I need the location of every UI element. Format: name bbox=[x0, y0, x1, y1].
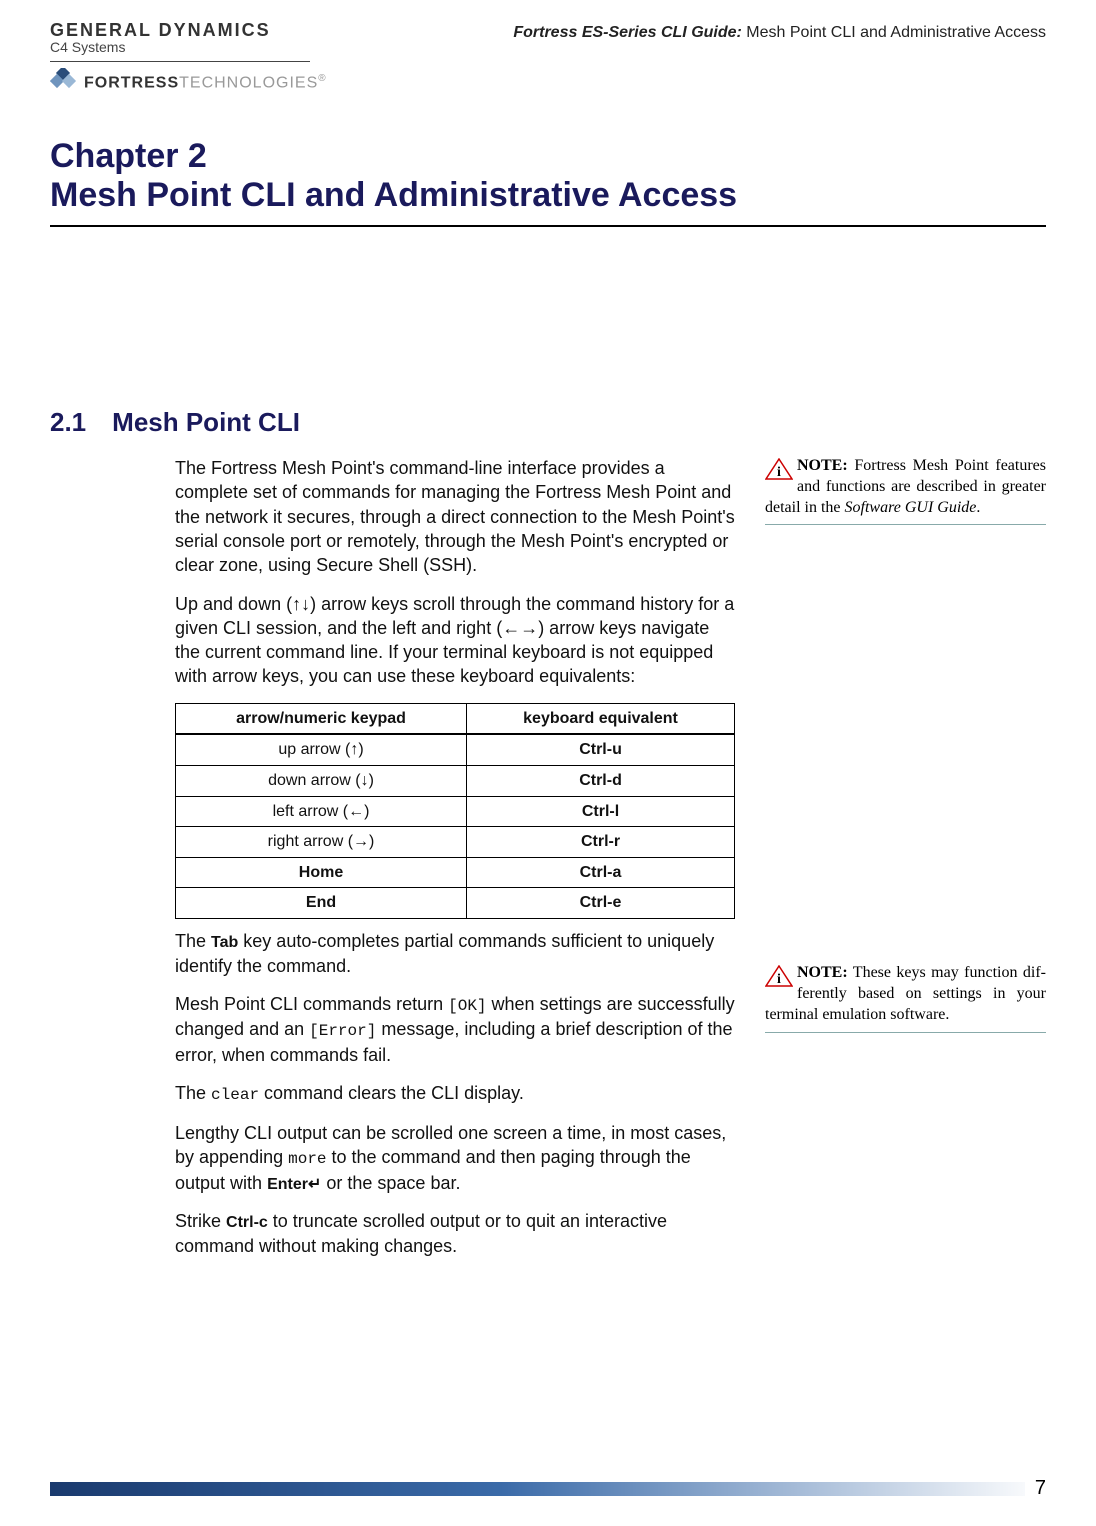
table-header-row: arrow/numeric keypad keyboard equivalent bbox=[176, 703, 735, 734]
main-column: The Fortress Mesh Point's command-line i… bbox=[175, 456, 735, 1272]
fortress-reg: ® bbox=[318, 73, 325, 84]
paragraph-6: Lengthy CLI output can be scrolled one s… bbox=[175, 1121, 735, 1195]
page-number: 7 bbox=[1025, 1477, 1046, 1500]
table-cell-key: down arrow (↓) bbox=[176, 765, 467, 796]
table-row: up arrow (↑)Ctrl-u bbox=[176, 734, 735, 765]
table-header-2: keyboard equivalent bbox=[467, 703, 735, 734]
body-area: The Fortress Mesh Point's command-line i… bbox=[50, 456, 1046, 1272]
section-number: 2.1 bbox=[50, 407, 86, 438]
enter-key: Enter↵ bbox=[267, 1176, 321, 1193]
header-divider bbox=[50, 61, 310, 62]
note-2-divider bbox=[765, 1032, 1046, 1033]
gd-line2: C4 Systems bbox=[50, 39, 271, 55]
table-cell-key: End bbox=[176, 888, 467, 919]
note-icon: i bbox=[765, 965, 793, 987]
note-1-divider bbox=[765, 524, 1046, 525]
guide-suffix: Mesh Point CLI and Administrative Access bbox=[742, 24, 1046, 41]
paragraph-2: Up and down (↑↓) arrow keys scroll throu… bbox=[175, 592, 735, 689]
table-row: down arrow (↓)Ctrl-d bbox=[176, 765, 735, 796]
note-icon: i bbox=[765, 458, 793, 480]
error-code: [Error] bbox=[309, 1022, 376, 1040]
note-1-label: NOTE: bbox=[797, 457, 848, 474]
table-row: HomeCtrl-a bbox=[176, 857, 735, 888]
header-guide-title: Fortress ES-Series CLI Guide: Mesh Point… bbox=[513, 24, 1046, 42]
ctrl-c-key: Ctrl-c bbox=[226, 1214, 268, 1231]
paragraph-7: Strike Ctrl-c to truncate scrolled outpu… bbox=[175, 1209, 735, 1258]
page-header: GENERAL DYNAMICS C4 Systems Fortress ES-… bbox=[50, 20, 1046, 55]
note-1-ital: Software GUI Guide bbox=[845, 499, 977, 516]
chapter-label: Chapter 2 bbox=[50, 137, 1046, 176]
guide-prefix: Fortress ES-Series CLI Guide: bbox=[513, 24, 742, 41]
table-cell-equiv: Ctrl-u bbox=[467, 734, 735, 765]
fortress-light: TECHNOLOGIES bbox=[179, 74, 318, 91]
fortress-bold: FORTRESS bbox=[84, 74, 179, 91]
table-cell-equiv: Ctrl-e bbox=[467, 888, 735, 919]
section-heading: 2.1 Mesh Point CLI bbox=[50, 407, 1046, 438]
svg-text:i: i bbox=[777, 972, 781, 987]
section-title: Mesh Point CLI bbox=[112, 407, 300, 438]
paragraph-1: The Fortress Mesh Point's command-line i… bbox=[175, 456, 735, 577]
logo-fortress: FORTRESSTECHNOLOGIES® bbox=[50, 68, 1046, 97]
clear-code: clear bbox=[211, 1086, 259, 1104]
fortress-text: FORTRESSTECHNOLOGIES® bbox=[84, 73, 326, 92]
side-column: i NOTE: Fortress Mesh Point fea­tures an… bbox=[765, 456, 1046, 1272]
note-2-label: NOTE: bbox=[797, 964, 848, 981]
table-cell-equiv: Ctrl-l bbox=[467, 796, 735, 827]
fortress-icon bbox=[50, 68, 78, 97]
logo-general-dynamics: GENERAL DYNAMICS C4 Systems bbox=[50, 20, 271, 55]
paragraph-5: The clear command clears the CLI display… bbox=[175, 1081, 735, 1107]
ok-code: [OK] bbox=[448, 997, 486, 1015]
more-code: more bbox=[288, 1150, 326, 1168]
table-cell-equiv: Ctrl-r bbox=[467, 827, 735, 858]
chapter-divider bbox=[50, 225, 1046, 227]
table-cell-key: left arrow (←) bbox=[176, 796, 467, 827]
table-cell-key: Home bbox=[176, 857, 467, 888]
note-2: i NOTE: These keys may function dif­fere… bbox=[765, 963, 1046, 1032]
footer-bar bbox=[50, 1482, 1046, 1496]
table-header-1: arrow/numeric keypad bbox=[176, 703, 467, 734]
table-cell-equiv: Ctrl-d bbox=[467, 765, 735, 796]
gd-line1: GENERAL DYNAMICS bbox=[50, 20, 271, 41]
paragraph-3: The Tab key auto-completes partial comma… bbox=[175, 929, 735, 978]
svg-text:i: i bbox=[777, 465, 781, 480]
table-row: EndCtrl-e bbox=[176, 888, 735, 919]
note-1: i NOTE: Fortress Mesh Point fea­tures an… bbox=[765, 456, 1046, 525]
table-cell-key: up arrow (↑) bbox=[176, 734, 467, 765]
chapter-heading: Chapter 2 Mesh Point CLI and Administrat… bbox=[50, 137, 1046, 215]
keyboard-equivalents-table: arrow/numeric keypad keyboard equivalent… bbox=[175, 703, 735, 919]
paragraph-4: Mesh Point CLI commands return [OK] when… bbox=[175, 992, 735, 1067]
note-spacer bbox=[765, 543, 1046, 963]
tab-key: Tab bbox=[211, 934, 238, 951]
table-row: right arrow (→)Ctrl-r bbox=[176, 827, 735, 858]
chapter-title: Mesh Point CLI and Administrative Access bbox=[50, 176, 1046, 215]
note-1-text-b: . bbox=[976, 499, 980, 516]
table-cell-key: right arrow (→) bbox=[176, 827, 467, 858]
table-cell-equiv: Ctrl-a bbox=[467, 857, 735, 888]
table-row: left arrow (←)Ctrl-l bbox=[176, 796, 735, 827]
